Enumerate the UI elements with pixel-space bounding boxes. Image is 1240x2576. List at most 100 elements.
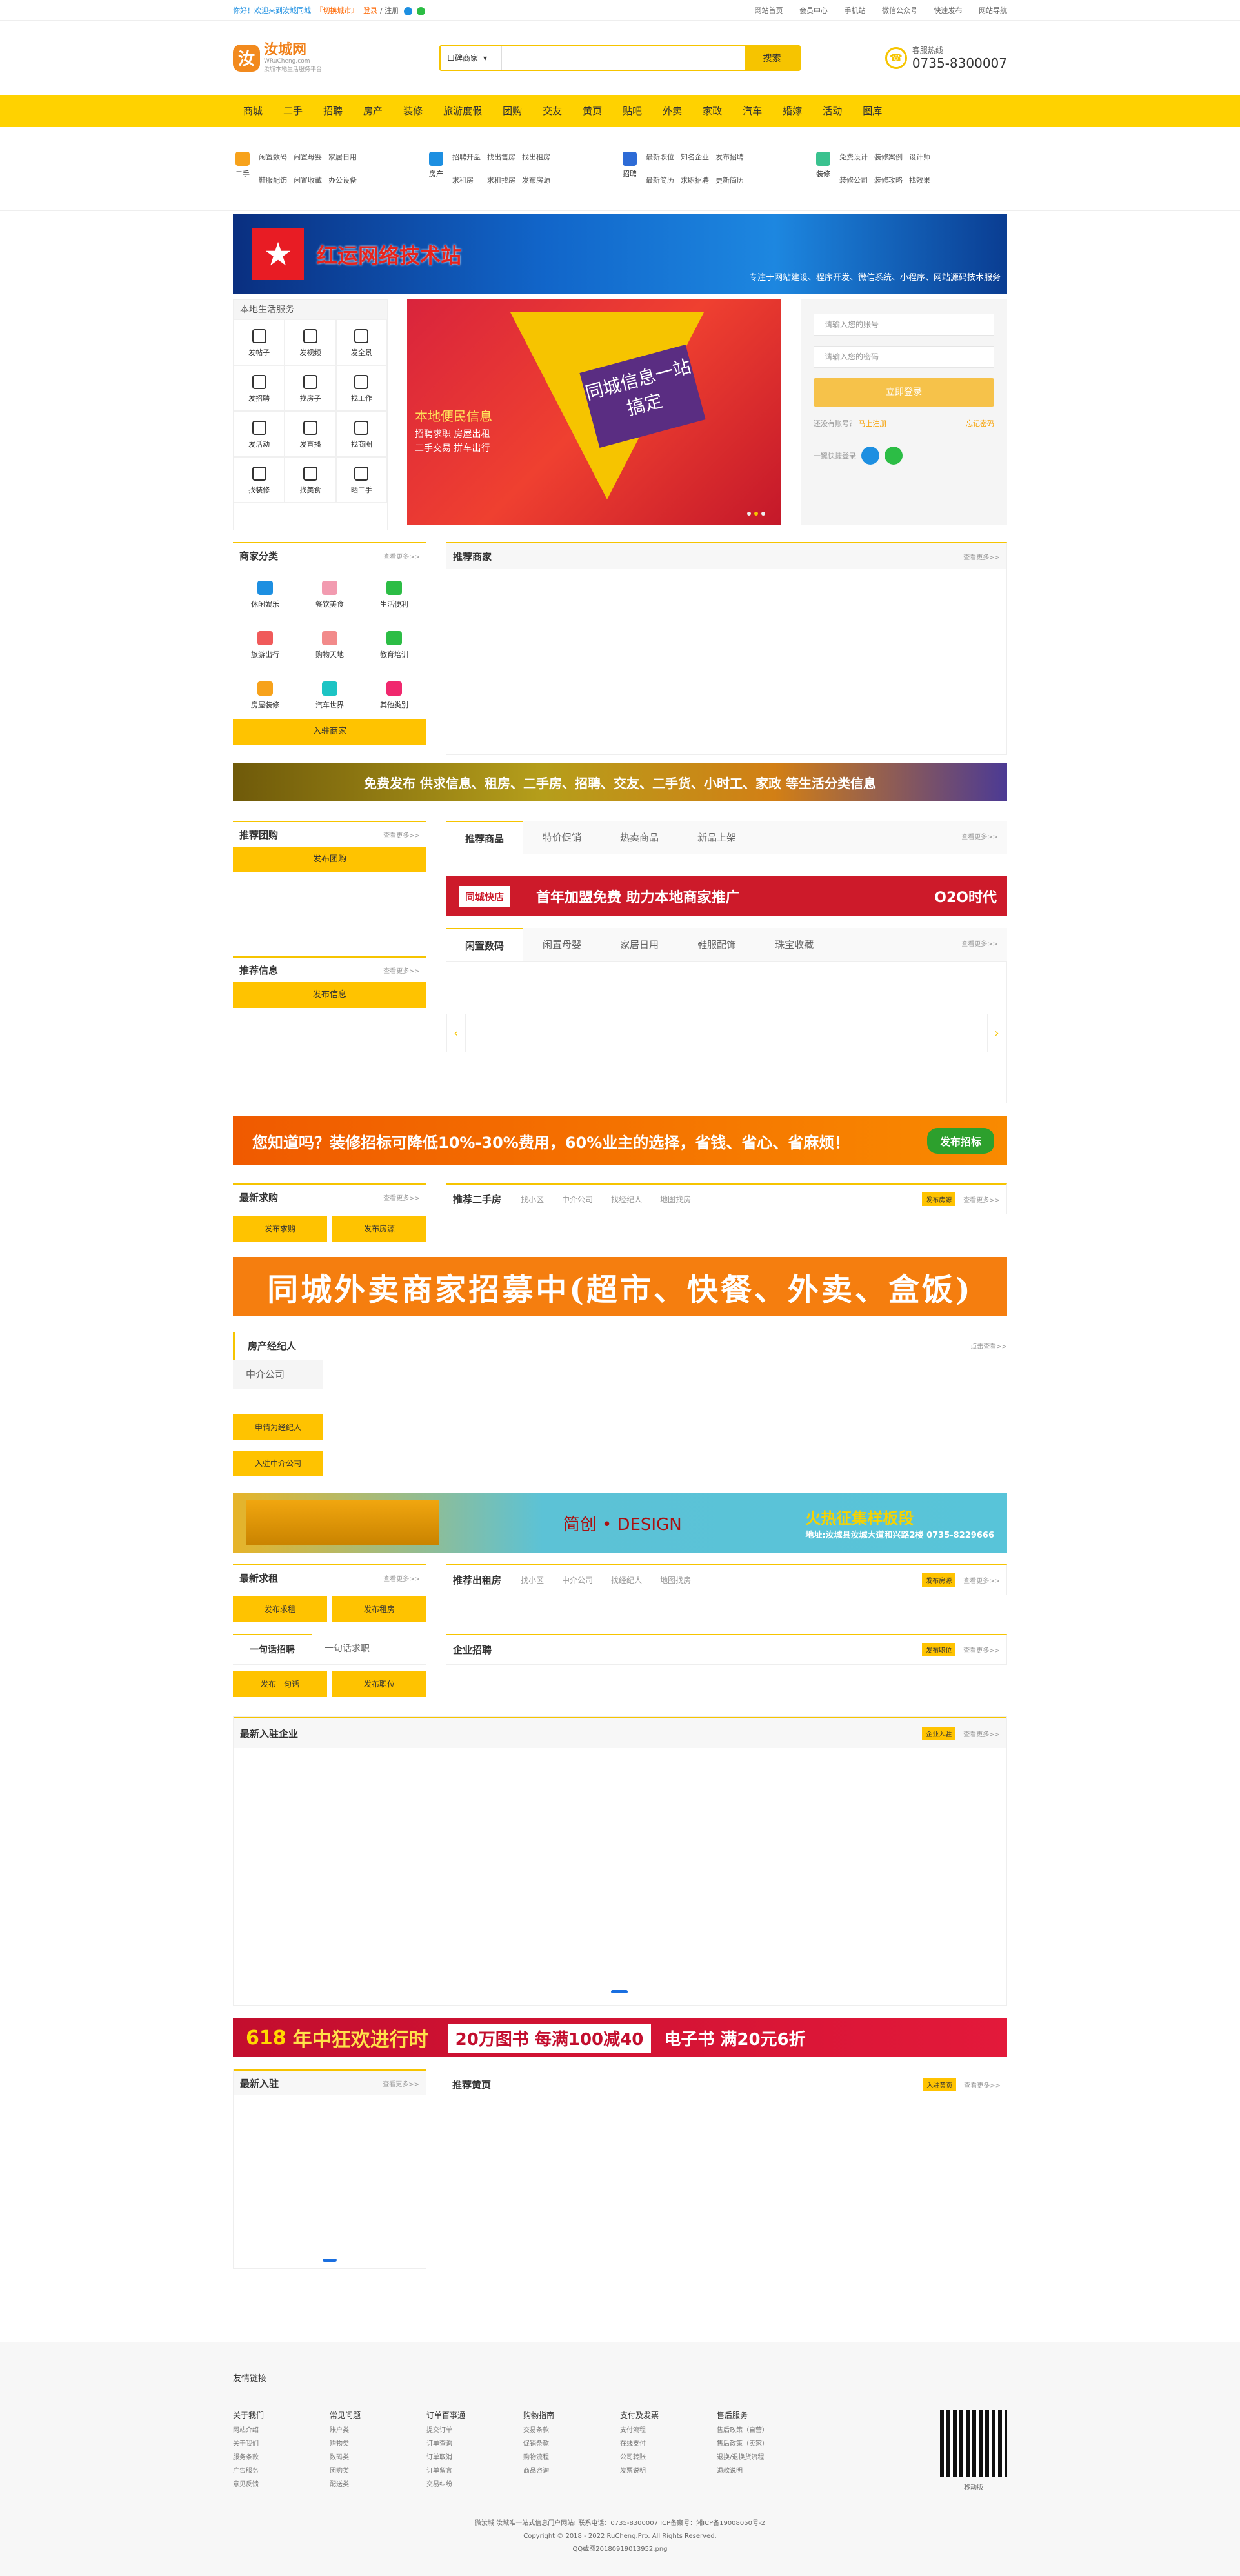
quick-link[interactable]: 鞋服配饰: [259, 175, 287, 185]
top-link-member[interactable]: 会员中心: [799, 6, 828, 15]
tab-idle-baby[interactable]: 闲置母婴: [523, 928, 601, 961]
pager-dot[interactable]: [323, 2259, 337, 2262]
quick-link[interactable]: 找出售房: [487, 152, 515, 162]
more-link[interactable]: 查看更多>>: [963, 552, 1000, 561]
nav-item[interactable]: 商城: [233, 95, 273, 127]
merchant-category-item[interactable]: 购物天地: [297, 618, 362, 669]
quick-link[interactable]: 求职招聘: [681, 175, 709, 185]
quick-link[interactable]: 闲置数码: [259, 152, 287, 162]
chevron-right-icon[interactable]: ›: [987, 1014, 1006, 1052]
nav-item[interactable]: 装修: [393, 95, 433, 127]
quick-link[interactable]: 最新简历: [646, 175, 674, 185]
tab-shoes-clothing[interactable]: 鞋服配饰: [678, 928, 755, 961]
quick-link[interactable]: 最新职位: [646, 152, 674, 162]
top-banner-ad[interactable]: ★ 红运网络技术站 专注于网站建设、程序开发、微信系统、小程序、网站源码技术服务: [233, 214, 1007, 294]
more-link[interactable]: 查看更多>>: [383, 965, 420, 975]
quick-link[interactable]: 家居日用: [328, 152, 357, 162]
tab-jewelry[interactable]: 珠宝收藏: [755, 928, 833, 961]
publish-one-line-button[interactable]: 发布一句话: [233, 1671, 327, 1697]
switch-city-link[interactable]: 『切换城市』: [316, 6, 359, 15]
life-service-item[interactable]: 找房子: [285, 365, 336, 411]
quick-link[interactable]: 招聘开盘: [452, 152, 481, 162]
footer-link[interactable]: 广告服务: [233, 2465, 330, 2475]
merchant-category-item[interactable]: 生活便利: [362, 568, 426, 618]
search-category-select[interactable]: 口碑商家 ▾: [441, 46, 502, 70]
tab-map[interactable]: 地图找房: [660, 1194, 691, 1205]
footer-link[interactable]: 在线支付: [620, 2438, 717, 2448]
life-service-item[interactable]: 发直播: [285, 411, 336, 457]
tab-agency[interactable]: 中介公司: [233, 1360, 323, 1389]
quick-link[interactable]: 装修公司: [839, 175, 868, 185]
more-link[interactable]: 查看更多>>: [383, 830, 420, 840]
more-link[interactable]: 查看更多>>: [964, 2080, 1001, 2089]
quick-link[interactable]: 装修案例: [874, 152, 903, 162]
quick-link[interactable]: 闲置母婴: [294, 152, 322, 162]
login-link[interactable]: 登录: [363, 6, 377, 15]
quick-link[interactable]: 发布房源: [522, 175, 550, 185]
life-service-item[interactable]: 找工作: [335, 365, 387, 411]
merchant-category-item[interactable]: 房屋装修: [233, 669, 297, 719]
top-link-home[interactable]: 网站首页: [755, 6, 783, 15]
main-slideshow[interactable]: 同城信息一站搞定 本地便民信息 招聘求职 房屋出租 二手交易 拼车出行: [407, 299, 781, 525]
quick-link[interactable]: 求租房: [452, 175, 481, 185]
nav-item[interactable]: 家政: [692, 95, 732, 127]
footer-link[interactable]: 退款说明: [717, 2465, 814, 2475]
slide-dot[interactable]: [747, 512, 751, 516]
more-link[interactable]: 查看更多>>: [383, 551, 420, 561]
tab-community[interactable]: 找小区: [521, 1575, 544, 1585]
life-service-item[interactable]: 发视频: [285, 319, 336, 365]
more-link[interactable]: 查看更多>>: [963, 1575, 1000, 1585]
register-now-link[interactable]: 马上注册: [859, 419, 887, 428]
footer-link[interactable]: 订单取消: [426, 2451, 523, 2461]
nav-item[interactable]: 交友: [532, 95, 572, 127]
footer-link[interactable]: 公司转账: [620, 2451, 717, 2461]
tab-agent[interactable]: 找经纪人: [611, 1194, 642, 1205]
nav-item[interactable]: 黄页: [572, 95, 612, 127]
wechat-login-icon[interactable]: [885, 447, 903, 465]
publish-house-button[interactable]: 发布房源: [922, 1573, 956, 1587]
quick-link[interactable]: 发布招聘: [715, 152, 744, 162]
publish-groupbuy-button[interactable]: 发布团购: [233, 847, 426, 872]
tab-agent[interactable]: 找经纪人: [611, 1575, 642, 1585]
publish-info-button[interactable]: 发布信息: [233, 982, 426, 1008]
footer-link[interactable]: 售后政策（卖家）: [717, 2438, 814, 2448]
publish-rent-request-button[interactable]: 发布求租: [233, 1596, 327, 1622]
tab-community[interactable]: 找小区: [521, 1194, 544, 1205]
footer-link[interactable]: 服务条款: [233, 2451, 330, 2461]
quick-link[interactable]: 设计师: [909, 152, 930, 162]
takeaway-recruit-ad[interactable]: 同城外卖商家招募中(超市、快餐、外卖、盒饭): [233, 1257, 1007, 1316]
footer-link[interactable]: 配送类: [330, 2479, 426, 2488]
tab-idle-digital[interactable]: 闲置数码: [446, 928, 524, 961]
tab-agency[interactable]: 中介公司: [562, 1194, 593, 1205]
quick-link[interactable]: 更新简历: [715, 175, 744, 185]
more-link[interactable]: 查看更多>>: [963, 1194, 1000, 1204]
tab-map[interactable]: 地图找房: [660, 1575, 691, 1585]
footer-link[interactable]: 售后政策（自营）: [717, 2424, 814, 2434]
life-service-item[interactable]: 发全景: [335, 319, 387, 365]
nav-item[interactable]: 房产: [353, 95, 393, 127]
tab-agency[interactable]: 中介公司: [562, 1575, 593, 1585]
pager-dot[interactable]: [611, 1990, 628, 1993]
qq-icon[interactable]: [403, 6, 412, 15]
life-service-item[interactable]: 晒二手: [335, 457, 387, 503]
tab-agent[interactable]: 房产经纪人: [233, 1332, 323, 1360]
quick-group-icon[interactable]: 房产: [426, 152, 446, 185]
quick-link[interactable]: 知名企业: [681, 152, 709, 162]
quick-link[interactable]: 闲置收藏: [294, 175, 322, 185]
nav-item[interactable]: 旅游度假: [433, 95, 492, 127]
publish-job-button[interactable]: 发布职位: [922, 1643, 956, 1656]
footer-link[interactable]: 商品咨询: [523, 2465, 620, 2475]
top-link-wechat[interactable]: 微信公众号: [882, 6, 917, 15]
company-join-button[interactable]: 企业入驻: [922, 1726, 956, 1740]
nav-item[interactable]: 活动: [812, 95, 852, 127]
site-logo[interactable]: 汝 汝城网 WRuCheng.com 汝城本地生活服务平台: [233, 43, 362, 73]
search-input[interactable]: [502, 46, 745, 70]
more-link[interactable]: 查看更多>>: [942, 821, 1007, 854]
quick-group-icon[interactable]: 二手: [233, 152, 252, 185]
life-service-item[interactable]: 发帖子: [234, 319, 285, 365]
tab-one-line-seeking[interactable]: 一句话求职: [312, 1634, 383, 1664]
join-agency-button[interactable]: 入驻中介公司: [233, 1451, 323, 1476]
merchant-category-item[interactable]: 休闲娱乐: [233, 568, 297, 618]
tab-home-goods[interactable]: 家居日用: [601, 928, 678, 961]
tab-new-goods[interactable]: 新品上架: [678, 821, 755, 854]
